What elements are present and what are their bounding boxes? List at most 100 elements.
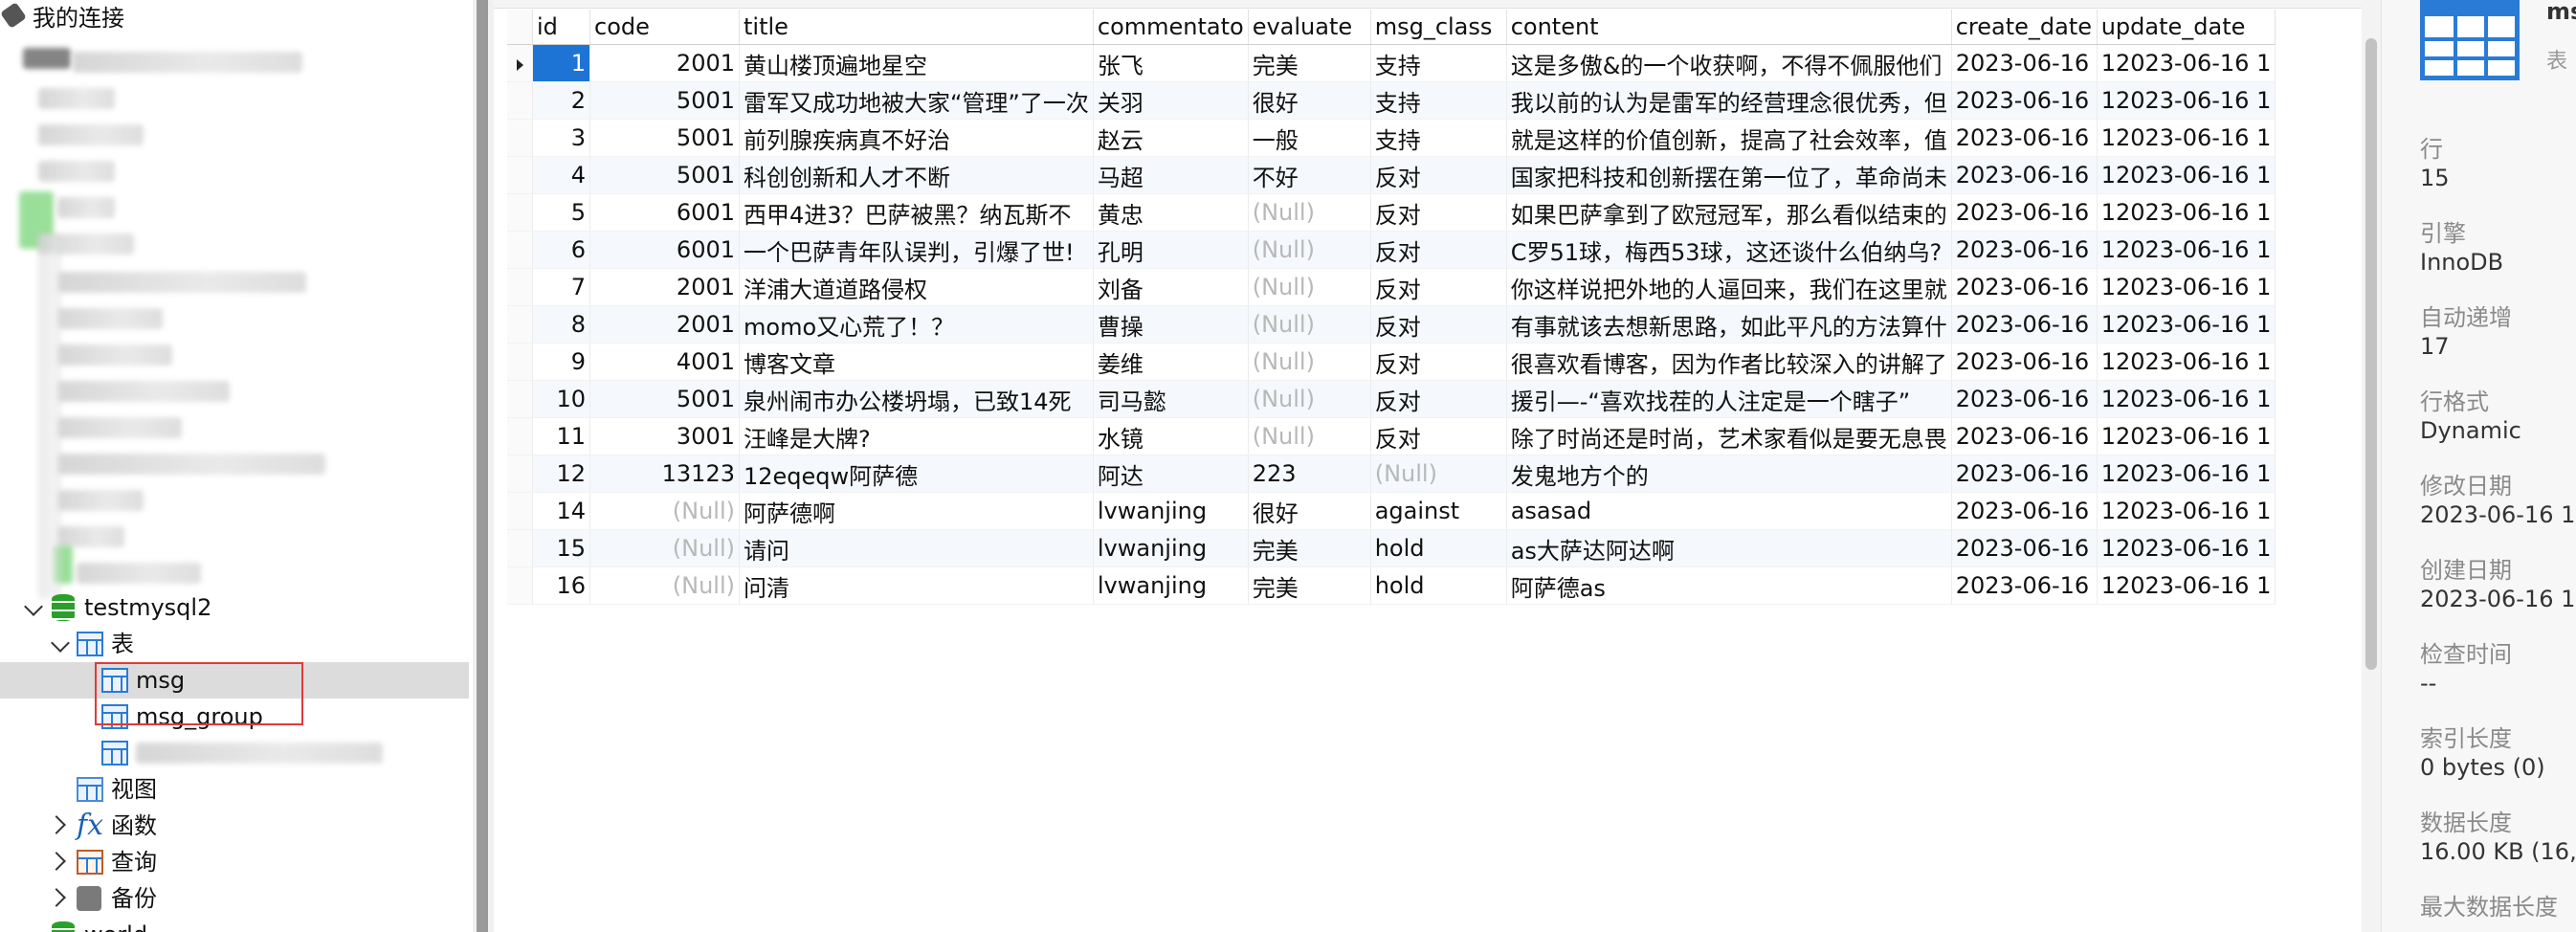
cell-title[interactable]: 阿萨德啊: [739, 492, 1094, 530]
cell-update-date[interactable]: 12023-06-16 1: [2097, 231, 2276, 269]
cell-code[interactable]: 5001: [589, 119, 740, 157]
cell-msg-class[interactable]: 反对: [1370, 193, 1507, 232]
chevron-down-icon[interactable]: [51, 633, 70, 653]
cell-evaluate[interactable]: (Null): [1248, 380, 1371, 418]
cell-id[interactable]: 4: [532, 156, 590, 194]
chevron-right-icon[interactable]: [47, 815, 66, 834]
cell-id[interactable]: 5: [532, 193, 590, 232]
cell-create-date[interactable]: 2023-06-16: [1951, 119, 2098, 157]
table-row[interactable]: 1 2001 黄山楼顶遍地星空 张飞 完美 支持 这是多傲&的一个收获啊，不得不佩服他们 20…: [507, 44, 2276, 82]
cell-content[interactable]: 阿萨德as: [1506, 566, 1952, 605]
cell-title[interactable]: 洋浦大道道路侵权: [739, 268, 1094, 306]
cell-commentato[interactable]: 赵云: [1093, 119, 1249, 157]
row-header[interactable]: [507, 81, 533, 120]
cell-id[interactable]: 1: [532, 44, 590, 82]
cell-content[interactable]: 你这样说把外地的人逼回来，我们在这里就: [1506, 268, 1952, 306]
cell-id[interactable]: 2: [532, 81, 590, 120]
cell-update-date[interactable]: 12023-06-16 1: [2097, 305, 2276, 344]
cell-title[interactable]: 问清: [739, 566, 1094, 605]
cell-commentato[interactable]: lvwanjing: [1093, 566, 1249, 605]
vertical-scrollbar[interactable]: [2362, 0, 2381, 932]
cell-title[interactable]: momo又心荒了！？: [739, 305, 1094, 344]
cell-commentato[interactable]: 姜维: [1093, 343, 1249, 381]
cell-update-date[interactable]: 12023-06-16 1: [2097, 566, 2276, 605]
cell-update-date[interactable]: 12023-06-16 1: [2097, 455, 2276, 493]
cell-title[interactable]: 博客文章: [739, 343, 1094, 381]
cell-create-date[interactable]: 2023-06-16: [1951, 268, 2098, 306]
table-row[interactable]: 2 5001 雷军又成功地被大家“管理”了一次 关羽 很好 支持 我以前的认为是雷军的经营理…: [507, 81, 2276, 120]
column-header-msg-class[interactable]: msg_class: [1370, 10, 1507, 45]
table-row[interactable]: 12 13123 12eqeqw阿萨德 阿达 223 (Null) 发鬼地方个的 2023-0…: [507, 455, 2276, 493]
cell-code[interactable]: 2001: [589, 44, 740, 82]
cell-code[interactable]: (Null): [589, 529, 740, 567]
cell-code[interactable]: (Null): [589, 492, 740, 530]
cell-id[interactable]: 8: [532, 305, 590, 344]
cell-title[interactable]: 汪峰是大牌?: [739, 417, 1094, 455]
cell-create-date[interactable]: 2023-06-16: [1951, 231, 2098, 269]
tree-db-testmysql2[interactable]: testmysql2: [0, 589, 469, 626]
cell-update-date[interactable]: 12023-06-16 1: [2097, 119, 2276, 157]
row-header[interactable]: [507, 231, 533, 269]
cell-id[interactable]: 3: [532, 119, 590, 157]
cell-id[interactable]: 11: [532, 417, 590, 455]
cell-update-date[interactable]: 12023-06-16 1: [2097, 81, 2276, 120]
column-header-code[interactable]: code: [589, 10, 740, 45]
cell-evaluate[interactable]: 很好: [1248, 81, 1371, 120]
column-header-commentato[interactable]: commentato: [1093, 10, 1249, 45]
cell-content[interactable]: 发鬼地方个的: [1506, 455, 1952, 493]
cell-msg-class[interactable]: hold: [1370, 566, 1507, 605]
row-header[interactable]: [507, 380, 533, 418]
column-header-update-date[interactable]: update_date: [2097, 10, 2276, 45]
cell-content[interactable]: 如果巴萨拿到了欧冠冠军，那么看似结束的: [1506, 193, 1952, 232]
cell-id[interactable]: 16: [532, 566, 590, 605]
cell-create-date[interactable]: 2023-06-16: [1951, 193, 2098, 232]
cell-msg-class[interactable]: hold: [1370, 529, 1507, 567]
cell-update-date[interactable]: 12023-06-16 1: [2097, 417, 2276, 455]
cell-code[interactable]: 5001: [589, 156, 740, 194]
cell-id[interactable]: 15: [532, 529, 590, 567]
row-header[interactable]: [507, 268, 533, 306]
cell-evaluate[interactable]: 完美: [1248, 529, 1371, 567]
table-row[interactable]: 8 2001 momo又心荒了！？ 曹操 (Null) 反对 有事就该去想新思路，如此平凡的…: [507, 305, 2276, 344]
cell-msg-class[interactable]: 反对: [1370, 305, 1507, 344]
cell-commentato[interactable]: 马超: [1093, 156, 1249, 194]
cell-update-date[interactable]: 12023-06-16 1: [2097, 529, 2276, 567]
cell-title[interactable]: 科创创新和人才不断: [739, 156, 1094, 194]
cell-id[interactable]: 6: [532, 231, 590, 269]
row-header[interactable]: [507, 566, 533, 605]
column-header-title[interactable]: title: [739, 10, 1094, 45]
row-header[interactable]: [507, 193, 533, 232]
cell-code[interactable]: 2001: [589, 305, 740, 344]
table-row[interactable]: 5 6001 西甲4进3？巴萨被黑？纳瓦斯不 黄忠 (Null) 反对 如果巴萨拿到了欧冠冠…: [507, 193, 2276, 232]
tree-db-world[interactable]: world: [0, 917, 469, 932]
tree-views[interactable]: 视图: [0, 771, 469, 808]
tree-tables-folder[interactable]: 表: [0, 626, 469, 662]
cell-create-date[interactable]: 2023-06-16: [1951, 44, 2098, 82]
table-row[interactable]: 10 5001 泉州闹市办公楼坍塌，已致14死 司马懿 (Null) 反对 援引—-“喜欢找…: [507, 380, 2276, 418]
cell-evaluate[interactable]: (Null): [1248, 268, 1371, 306]
cell-commentato[interactable]: 司马懿: [1093, 380, 1249, 418]
cell-content[interactable]: as大萨达阿达啊: [1506, 529, 1952, 567]
cell-content[interactable]: 就是这样的价值创新，提高了社会效率，值: [1506, 119, 1952, 157]
cell-title[interactable]: 雷军又成功地被大家“管理”了一次: [739, 81, 1094, 120]
cell-create-date[interactable]: 2023-06-16: [1951, 417, 2098, 455]
chevron-down-icon[interactable]: [24, 597, 43, 616]
cell-code[interactable]: 6001: [589, 231, 740, 269]
cell-content[interactable]: 除了时尚还是时尚，艺术家看似是要无息畏: [1506, 417, 1952, 455]
cell-evaluate[interactable]: 不好: [1248, 156, 1371, 194]
cell-id[interactable]: 9: [532, 343, 590, 381]
row-header[interactable]: [507, 417, 533, 455]
cell-create-date[interactable]: 2023-06-16: [1951, 343, 2098, 381]
cell-msg-class[interactable]: 支持: [1370, 44, 1507, 82]
cell-msg-class[interactable]: 反对: [1370, 343, 1507, 381]
cell-msg-class[interactable]: 反对: [1370, 156, 1507, 194]
cell-evaluate[interactable]: (Null): [1248, 231, 1371, 269]
row-header[interactable]: [507, 305, 533, 344]
cell-content[interactable]: 国家把科技和创新摆在第一位了，革命尚未: [1506, 156, 1952, 194]
cell-title[interactable]: 一个巴萨青年队误判，引爆了世!: [739, 231, 1094, 269]
cell-title[interactable]: 12eqeqw阿萨德: [739, 455, 1094, 493]
cell-create-date[interactable]: 2023-06-16: [1951, 81, 2098, 120]
cell-evaluate[interactable]: (Null): [1248, 417, 1371, 455]
cell-id[interactable]: 10: [532, 380, 590, 418]
scrollbar-thumb[interactable]: [2365, 38, 2377, 670]
